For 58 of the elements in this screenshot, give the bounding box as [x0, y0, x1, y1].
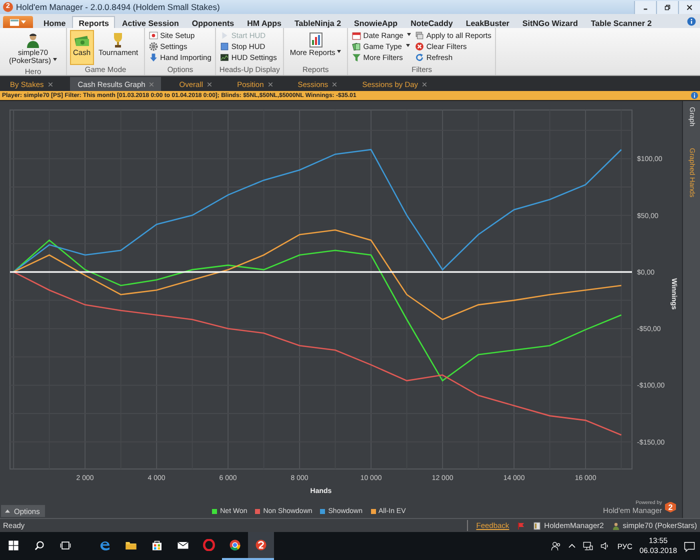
speaker-icon — [600, 541, 610, 551]
ribbon-tab[interactable]: SitNGo Wizard — [516, 16, 584, 28]
close-icon — [332, 82, 338, 86]
notification-icon — [684, 540, 695, 552]
network-icon — [583, 541, 594, 551]
ribbon-tab[interactable]: NoteCaddy — [404, 16, 460, 28]
chevron-up-icon — [568, 542, 576, 550]
info-icon — [691, 92, 698, 99]
close-icon — [268, 82, 273, 86]
app-icon — [255, 539, 267, 551]
document-chart-icon — [308, 32, 324, 48]
ribbon-tab[interactable]: LeakBuster — [459, 16, 516, 28]
ribbon-tab[interactable]: TableNinja 2 — [288, 16, 348, 28]
close-icon — [149, 82, 154, 86]
calendar-icon — [352, 30, 362, 40]
close-icon — [685, 2, 694, 12]
search-icon — [34, 540, 44, 550]
window-title: Hold'em Manager - 2.0.0.8494 (Holdem Small Stakes) — [16, 2, 221, 12]
ribbon-tab[interactable]: Home — [37, 16, 72, 28]
gear-icon — [149, 42, 158, 50]
arrow-down-icon — [149, 52, 158, 62]
folder-icon — [125, 539, 137, 551]
caret-up-icon — [5, 509, 10, 513]
caret-icon — [21, 20, 26, 24]
avatar-icon — [612, 522, 620, 530]
cards-icon — [352, 42, 362, 50]
taskbar-app-button[interactable] — [248, 532, 274, 560]
refresh-icon — [415, 52, 424, 62]
ribbon-tab[interactable]: Table Scanner 2 — [584, 16, 658, 28]
ribbon-tab[interactable]: SnowieApp — [348, 16, 404, 28]
ribbon-tab[interactable]: Opponents — [185, 16, 241, 28]
browser-icon — [99, 539, 111, 551]
close-icon — [48, 82, 53, 86]
close-button[interactable] — [678, 0, 700, 14]
avatar-icon — [25, 32, 41, 48]
brand-badge: 2 — [665, 502, 676, 512]
flag-icon — [517, 522, 526, 530]
close-icon — [207, 82, 212, 86]
screen-icon — [220, 52, 230, 62]
play-icon — [220, 30, 230, 40]
app-menu-button[interactable] — [3, 16, 33, 28]
people-icon — [551, 541, 562, 551]
restore-button[interactable] — [656, 0, 678, 14]
windows-icon — [8, 540, 18, 550]
restore-icon — [663, 2, 672, 12]
stop-icon — [220, 42, 230, 50]
ribbon-tab[interactable]: Active Session — [115, 16, 186, 28]
clear-icon — [415, 42, 424, 50]
ribbon-tab[interactable]: Reports — [72, 16, 116, 28]
tricolor-circle-icon — [229, 539, 241, 551]
envelope-icon — [177, 539, 189, 551]
ring-icon — [203, 539, 215, 551]
shopping-bag-icon — [151, 539, 163, 551]
stack-icon — [415, 30, 424, 40]
funnel-icon — [352, 52, 362, 62]
ribbon-tab[interactable]: HM Apps — [240, 16, 288, 28]
close-icon — [422, 82, 428, 86]
task-view-icon — [60, 540, 70, 550]
